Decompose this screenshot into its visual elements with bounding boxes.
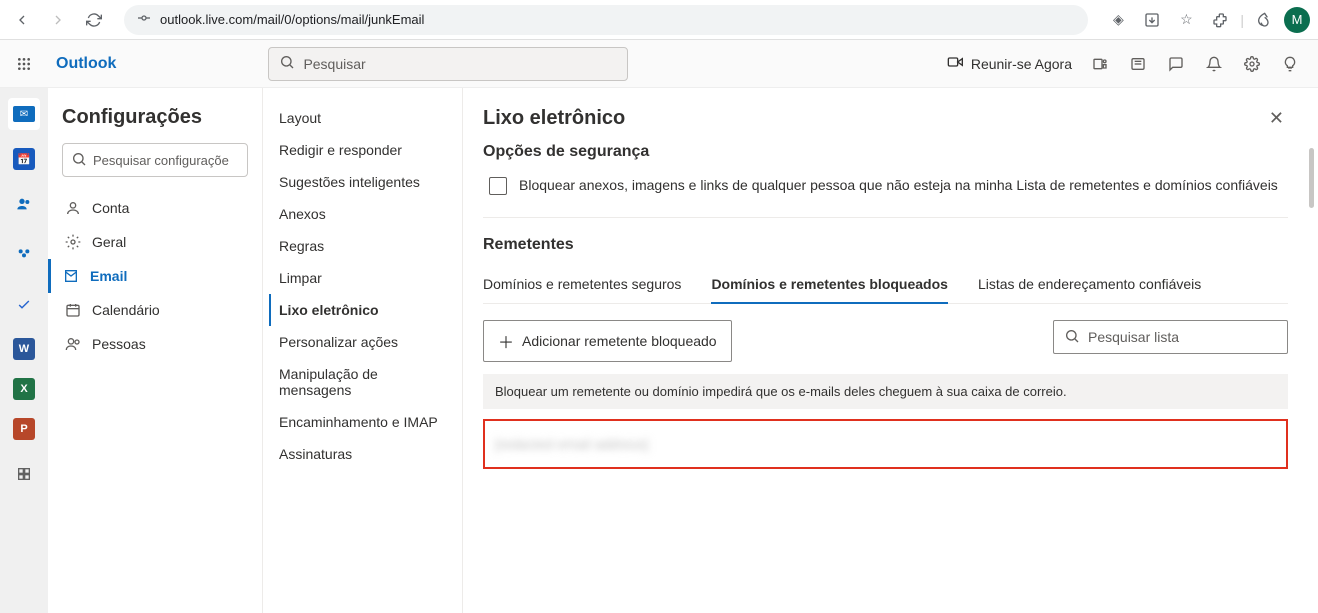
search-icon bbox=[71, 151, 87, 170]
rail-excel[interactable]: X bbox=[13, 378, 35, 400]
subnav-compose[interactable]: Redigir e responder bbox=[269, 134, 456, 166]
chat-icon[interactable] bbox=[1166, 54, 1186, 74]
search-input[interactable]: Pesquisar bbox=[268, 47, 628, 81]
subnav-handling[interactable]: Manipulação de mensagens bbox=[269, 358, 456, 406]
forward-button[interactable] bbox=[44, 6, 72, 34]
leaf-icon[interactable] bbox=[1250, 6, 1278, 34]
url-bar[interactable]: outlook.live.com/mail/0/options/mail/jun… bbox=[124, 5, 1088, 35]
content-title: Lixo eletrônico bbox=[483, 107, 625, 130]
tab-blocked-senders[interactable]: Domínios e remetentes bloqueados bbox=[711, 270, 948, 304]
reload-button[interactable] bbox=[80, 6, 108, 34]
app-launcher-icon[interactable] bbox=[8, 48, 40, 80]
security-heading: Opções de segurança bbox=[483, 143, 1288, 161]
settings-subnav: Layout Redigir e responder Sugestões int… bbox=[263, 88, 463, 613]
people-icon bbox=[64, 335, 82, 353]
app-rail: ✉ 📅 W X P bbox=[0, 88, 48, 613]
subnav-signatures[interactable]: Assinaturas bbox=[269, 438, 456, 470]
browser-toolbar: outlook.live.com/mail/0/options/mail/jun… bbox=[0, 0, 1318, 40]
rail-todo[interactable] bbox=[8, 288, 40, 320]
category-calendar[interactable]: Calendário bbox=[62, 293, 248, 327]
blocked-sender-row[interactable]: [redacted email address] bbox=[483, 419, 1288, 469]
rail-word[interactable]: W bbox=[13, 338, 35, 360]
rail-powerpoint[interactable]: P bbox=[13, 418, 35, 440]
info-banner: Bloquear um remetente ou domínio impedir… bbox=[483, 374, 1288, 409]
category-label: Pessoas bbox=[92, 336, 146, 352]
tab-safe-lists[interactable]: Listas de endereçamento confiáveis bbox=[978, 270, 1201, 303]
block-attachments-checkbox[interactable] bbox=[489, 177, 507, 195]
teams-icon[interactable] bbox=[1090, 54, 1110, 74]
bell-icon[interactable] bbox=[1204, 54, 1224, 74]
add-blocked-sender-button[interactable]: ＋ Adicionar remetente bloqueado bbox=[483, 320, 732, 362]
subnav-forwarding[interactable]: Encaminhamento e IMAP bbox=[269, 406, 456, 438]
category-pessoas[interactable]: Pessoas bbox=[62, 327, 248, 361]
install-icon[interactable] bbox=[1138, 6, 1166, 34]
category-label: Geral bbox=[92, 234, 126, 250]
category-conta[interactable]: Conta bbox=[62, 191, 248, 225]
subnav-sweep[interactable]: Limpar bbox=[269, 262, 456, 294]
mail-icon bbox=[62, 267, 80, 285]
mail-icon: ✉ bbox=[13, 106, 35, 122]
profile-avatar[interactable]: M bbox=[1284, 7, 1310, 33]
close-button[interactable]: ✕ bbox=[1265, 104, 1288, 133]
blocked-sender-value: [redacted email address] bbox=[495, 436, 648, 452]
rail-people[interactable] bbox=[8, 188, 40, 220]
extensions-icon[interactable] bbox=[1206, 6, 1234, 34]
calendar-icon bbox=[64, 301, 82, 319]
rail-more-apps[interactable] bbox=[8, 458, 40, 490]
subnav-layout[interactable]: Layout bbox=[269, 102, 456, 134]
person-icon bbox=[64, 199, 82, 217]
search-icon bbox=[1064, 328, 1080, 347]
bookmark-star-icon[interactable]: ☆ bbox=[1172, 6, 1200, 34]
senders-heading: Remetentes bbox=[483, 236, 1288, 254]
block-attachments-label: Bloquear anexos, imagens e links de qual… bbox=[519, 177, 1278, 193]
subnav-attachments[interactable]: Anexos bbox=[269, 198, 456, 230]
sender-tabs: Domínios e remetentes seguros Domínios e… bbox=[483, 270, 1288, 304]
subnav-customize[interactable]: Personalizar ações bbox=[269, 326, 456, 358]
brand-label[interactable]: Outlook bbox=[56, 55, 116, 73]
gear-icon[interactable] bbox=[1242, 54, 1262, 74]
search-placeholder: Pesquisar bbox=[303, 56, 365, 72]
separator: | bbox=[1240, 12, 1244, 28]
subnav-rules[interactable]: Regras bbox=[269, 230, 456, 262]
tips-icon[interactable] bbox=[1280, 54, 1300, 74]
category-geral[interactable]: Geral bbox=[62, 225, 248, 259]
category-email[interactable]: Email bbox=[48, 259, 248, 293]
category-label: Conta bbox=[92, 200, 129, 216]
settings-search-input[interactable]: Pesquisar configuraçõe bbox=[62, 143, 248, 177]
plus-icon: ＋ bbox=[498, 329, 514, 353]
rail-groups[interactable] bbox=[8, 238, 40, 270]
search-icon bbox=[279, 54, 295, 73]
video-icon bbox=[947, 54, 963, 73]
app-header: Outlook Pesquisar Reunir-se Agora bbox=[0, 40, 1318, 88]
scrollbar[interactable] bbox=[1309, 148, 1314, 208]
category-label: Calendário bbox=[92, 302, 160, 318]
search-list-input[interactable]: Pesquisar lista bbox=[1053, 320, 1288, 354]
rail-calendar[interactable]: 📅 bbox=[13, 148, 35, 170]
gear-icon bbox=[64, 233, 82, 251]
search-list-placeholder: Pesquisar lista bbox=[1088, 329, 1179, 345]
news-icon[interactable] bbox=[1128, 54, 1148, 74]
rail-mail[interactable]: ✉ bbox=[8, 98, 40, 130]
back-button[interactable] bbox=[8, 6, 36, 34]
diamond-icon[interactable]: ◈ bbox=[1104, 6, 1132, 34]
meet-now-label: Reunir-se Agora bbox=[971, 56, 1072, 72]
site-info-icon bbox=[136, 10, 152, 29]
settings-categories-panel: Configurações Pesquisar configuraçõe Con… bbox=[48, 88, 263, 613]
subnav-suggestions[interactable]: Sugestões inteligentes bbox=[269, 166, 456, 198]
settings-search-placeholder: Pesquisar configuraçõe bbox=[93, 153, 229, 168]
subnav-junk[interactable]: Lixo eletrônico bbox=[269, 294, 456, 326]
content-pane: Lixo eletrônico ✕ Opções de segurança Bl… bbox=[463, 88, 1318, 613]
settings-title: Configurações bbox=[62, 106, 248, 129]
category-label: Email bbox=[90, 268, 127, 284]
url-text: outlook.live.com/mail/0/options/mail/jun… bbox=[160, 12, 424, 27]
add-button-label: Adicionar remetente bloqueado bbox=[522, 333, 717, 349]
meet-now-button[interactable]: Reunir-se Agora bbox=[947, 54, 1072, 73]
tab-safe-senders[interactable]: Domínios e remetentes seguros bbox=[483, 270, 681, 303]
